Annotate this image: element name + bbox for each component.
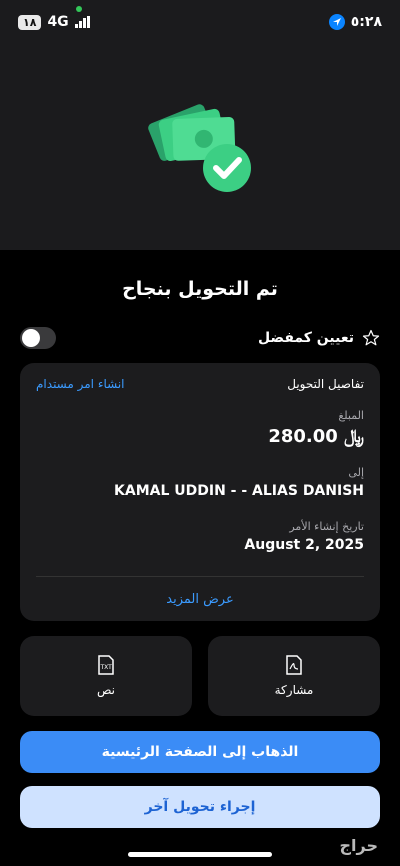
transfer-details-card: انشاء امر مستدام تفاصيل التحويل المبلغ ﷼… [20,363,380,621]
home-indicator[interactable] [128,852,272,857]
amount-label: المبلغ [338,409,364,422]
star-icon[interactable] [362,329,380,347]
signal-icon [74,16,90,28]
go-home-button[interactable]: الذهاب إلى الصفحة الرئيسية [20,731,380,773]
favorite-label: تعيين كمفضل [258,330,354,346]
battery-icon: ١٨ [18,14,42,30]
text-tile[interactable]: TXT نص [20,636,192,716]
date-field: تاريخ إنشاء الأمر August 2, 2025 [244,520,364,553]
recipient-value: KAMAL UDDIN - - ALIAS DANISH [114,483,364,499]
share-tile-label: مشاركة [274,683,314,697]
card-divider [36,576,364,577]
pdf-icon [286,655,302,675]
date-value: August 2, 2025 [244,537,364,553]
toggle-knob [22,329,40,347]
text-tile-label: نص [96,683,116,697]
network-type: 4G [47,14,69,30]
recipient-field: إلى KAMAL UDDIN - - ALIAS DANISH [114,466,364,499]
txt-icon: TXT [98,655,114,675]
amount-value: 280.00 [268,426,338,447]
amount-currency: ﷼ [344,426,364,447]
svg-text:TXT: TXT [100,664,113,671]
page-title: تم التحويل بنجاح [122,278,278,300]
favorite-row: تعيين كمفضل [20,325,380,351]
status-bar: ١٨ 4G ٥:٢٨ [0,0,400,44]
amount-value-wrap: ﷼ 280.00 [268,426,364,447]
show-more-link[interactable]: عرض المزيد [20,592,380,607]
recipient-label: إلى [348,466,364,479]
another-transfer-button[interactable]: إجراء تحويل آخر [20,786,380,828]
amount-field: المبلغ ﷼ 280.00 [268,409,364,447]
money-check-icon [148,104,251,192]
favorite-toggle[interactable] [20,327,56,349]
share-tile[interactable]: مشاركة [208,636,380,716]
create-standing-order-link[interactable]: انشاء امر مستدام [36,377,125,391]
date-label: تاريخ إنشاء الأمر [289,520,364,533]
privacy-indicator [76,6,82,12]
favorite-label-wrap: تعيين كمفضل [258,329,380,347]
navigation-icon [328,14,345,30]
details-header: تفاصيل التحويل [287,377,364,391]
status-left: ١٨ 4G [18,14,90,30]
watermark: حراج [339,836,379,855]
status-right: ٥:٢٨ [328,14,382,30]
card-header: انشاء امر مستدام تفاصيل التحويل [36,377,364,391]
status-time: ٥:٢٨ [350,14,382,30]
